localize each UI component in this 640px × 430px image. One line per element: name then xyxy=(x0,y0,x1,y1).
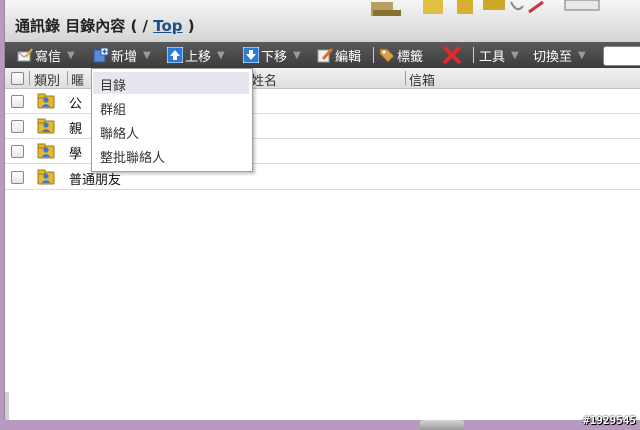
add-dropdown-menu: 目錄 群組 聯絡人 整批聯絡人 xyxy=(91,68,253,172)
add-button[interactable]: 新增 ▼ xyxy=(93,42,151,68)
bottom-scroll-tab[interactable] xyxy=(420,420,464,430)
switch-to-dropdown-arrow-icon[interactable]: ▼ xyxy=(578,50,586,61)
write-button[interactable]: 寫信 ▼ xyxy=(17,42,75,68)
contact-folder-icon xyxy=(37,93,55,109)
page-title: 通訊錄 目錄內容 ( / Top ) xyxy=(15,15,195,36)
row-checkbox[interactable] xyxy=(11,171,24,184)
tools-dropdown-arrow-icon[interactable]: ▼ xyxy=(511,50,519,61)
menu-item-group[interactable]: 群組 xyxy=(93,96,249,118)
write-label: 寫信 xyxy=(35,49,62,65)
toolbar-divider xyxy=(373,47,374,63)
decorative-banner-icons xyxy=(371,0,600,16)
watermark: #1929545 xyxy=(583,414,636,427)
menu-item-contact[interactable]: 聯絡人 xyxy=(93,120,249,142)
add-dropdown-arrow-icon[interactable]: ▼ xyxy=(143,50,151,61)
edit-button[interactable]: 編輯 xyxy=(317,42,361,68)
row-checkbox[interactable] xyxy=(11,145,24,158)
column-header-type[interactable]: 類別 xyxy=(34,70,60,89)
top-link[interactable]: Top xyxy=(153,17,182,35)
move-up-button[interactable]: 上移 ▼ xyxy=(167,42,225,68)
row-checkbox[interactable] xyxy=(11,95,24,108)
row-name: 親 xyxy=(69,122,83,137)
menu-item-folder[interactable]: 目錄 xyxy=(93,72,249,94)
contact-folder-icon xyxy=(37,143,55,159)
write-dropdown-arrow-icon[interactable]: ▼ xyxy=(67,50,75,61)
monitor-deco-icon xyxy=(564,0,600,11)
book-deco-icon xyxy=(373,10,401,16)
menu-item-batch-contacts[interactable]: 整批聯絡人 xyxy=(93,144,249,166)
title-bar: 通訊錄 目錄內容 ( / Top ) xyxy=(5,0,640,43)
delete-x-icon xyxy=(443,46,461,64)
edit-label: 編輯 xyxy=(335,49,362,65)
row-name: 學 xyxy=(69,147,83,162)
delete-button[interactable] xyxy=(443,42,463,68)
toolbar-search-field[interactable] xyxy=(603,46,640,66)
tools-button[interactable]: 工具 ▼ xyxy=(479,42,519,68)
document-deco-icon xyxy=(423,0,443,14)
column-header-nickname[interactable]: 暱 xyxy=(71,70,84,89)
add-icon xyxy=(93,47,109,63)
switch-to-button[interactable]: 切換至 ▼ xyxy=(533,42,586,68)
pencil-deco-icon xyxy=(528,0,544,14)
move-down-label: 下移 xyxy=(261,49,288,65)
row-name: 公 xyxy=(69,97,83,112)
tag-icon xyxy=(379,48,395,63)
switch-to-label: 切換至 xyxy=(533,49,573,65)
title-prefix: 通訊錄 目錄內容 ( / xyxy=(15,17,154,35)
move-down-dropdown-arrow-icon[interactable]: ▼ xyxy=(293,50,301,61)
column-divider xyxy=(29,71,30,85)
column-divider xyxy=(67,71,68,85)
column-divider xyxy=(405,71,406,85)
scrollbar-edge[interactable] xyxy=(5,392,9,420)
clip-deco-icon xyxy=(510,1,524,11)
move-up-label: 上移 xyxy=(185,49,212,65)
note-deco-icon xyxy=(483,0,505,10)
menu-item-label: 群組 xyxy=(100,103,127,118)
row-checkbox[interactable] xyxy=(11,120,24,133)
arrow-down-icon xyxy=(243,47,259,63)
edit-icon xyxy=(317,47,333,63)
menu-item-label: 整批聯絡人 xyxy=(100,151,166,166)
menu-item-label: 目錄 xyxy=(100,79,127,94)
contact-folder-icon xyxy=(37,169,55,185)
tag-button[interactable]: 標籤 xyxy=(379,42,423,68)
move-up-dropdown-arrow-icon[interactable]: ▼ xyxy=(217,50,225,61)
arrow-up-icon xyxy=(167,47,183,63)
tag-label: 標籤 xyxy=(397,49,424,65)
contact-folder-icon xyxy=(37,118,55,134)
letter-deco-icon xyxy=(457,0,473,14)
title-suffix: ) xyxy=(182,17,195,35)
column-header-name[interactable]: 姓名 xyxy=(251,70,277,89)
write-mail-icon xyxy=(17,48,33,62)
move-down-button[interactable]: 下移 ▼ xyxy=(243,42,301,68)
tools-label: 工具 xyxy=(479,49,506,65)
menu-item-label: 聯絡人 xyxy=(100,127,140,142)
add-label: 新增 xyxy=(111,49,138,65)
toolbar: 寫信 ▼ 新增 ▼ 上移 ▼ 下移 ▼ 編輯 標籤 工具 ▼ 切換至 ▼ xyxy=(5,42,640,68)
select-all-checkbox[interactable] xyxy=(11,72,24,85)
column-header-mailbox[interactable]: 信箱 xyxy=(409,70,435,89)
address-book-window: 通訊錄 目錄內容 ( / Top ) 寫信 ▼ 新增 ▼ 上移 ▼ 下移 ▼ 編… xyxy=(4,0,640,420)
toolbar-divider xyxy=(473,47,474,63)
